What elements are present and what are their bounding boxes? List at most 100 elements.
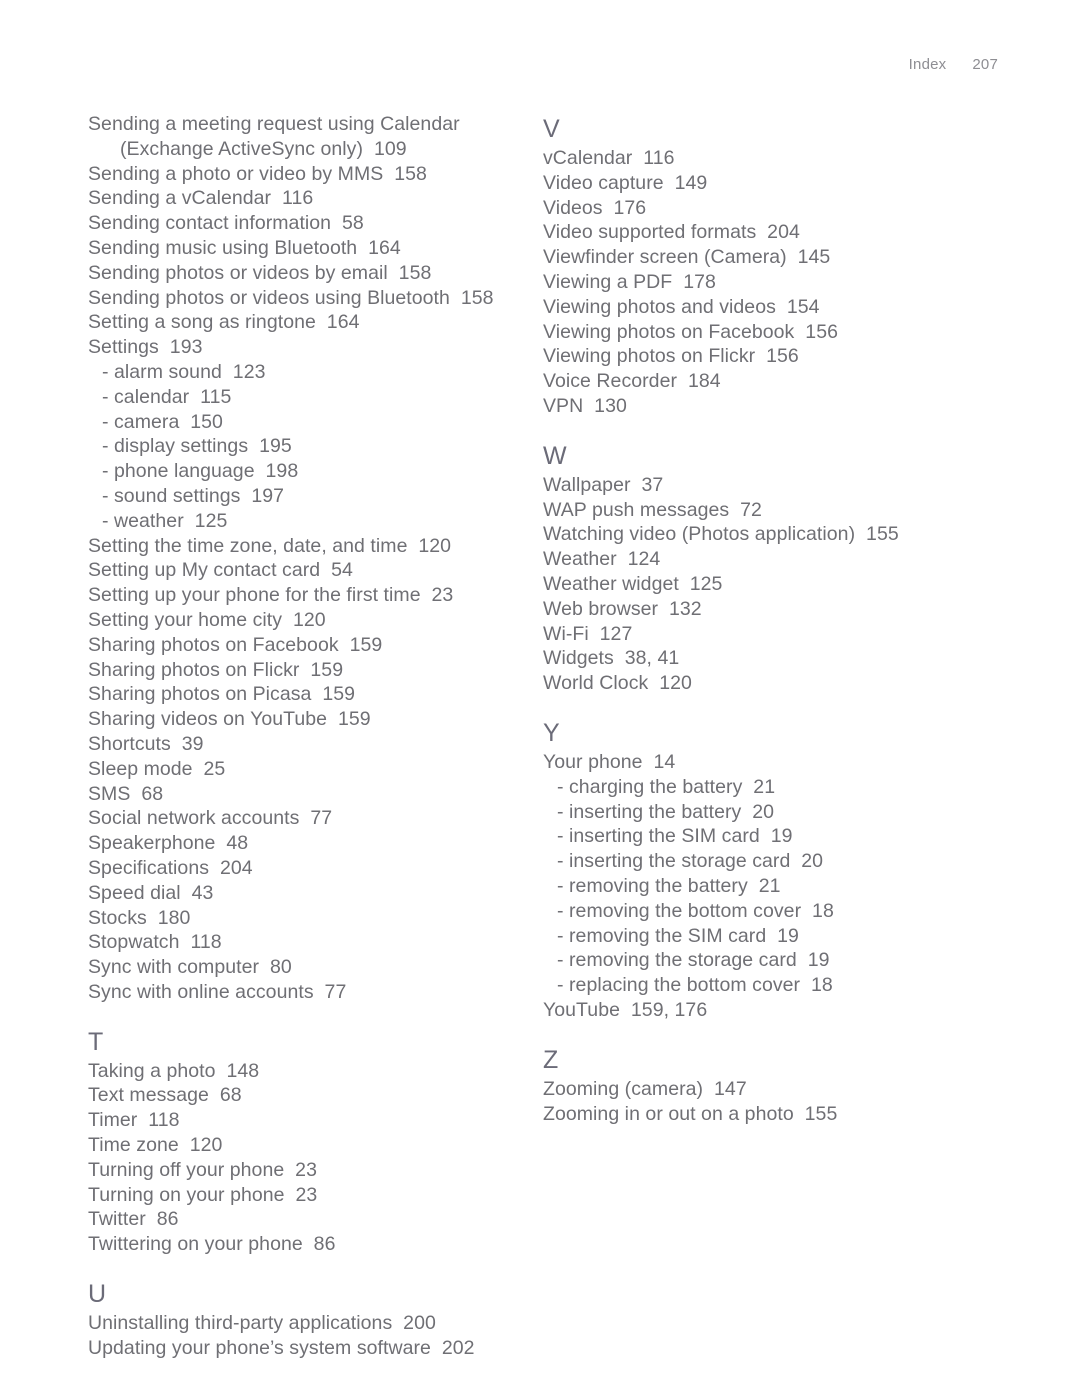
index-section-y: Y Your phone 14- charging the battery 21-…: [543, 696, 994, 1023]
section-letter-heading: T: [88, 1027, 104, 1056]
index-entry[interactable]: Setting the time zone, date, and time 12…: [88, 534, 541, 559]
index-subentry[interactable]: - removing the SIM card 19: [543, 924, 994, 949]
index-subentry[interactable]: - weather 125: [88, 509, 541, 534]
index-entry[interactable]: Speakerphone 48: [88, 831, 541, 856]
index-entry-list: Wallpaper 37 WAP push messages 72 Watching…: [543, 473, 994, 696]
index-columns: Sending a meeting request using Calendar…: [88, 112, 994, 1361]
index-entry[interactable]: Sending a photo or video by MMS 158: [88, 162, 541, 187]
index-section-z: Z Zooming (camera) 147 Zooming in or out o…: [543, 1023, 994, 1127]
index-entry[interactable]: Setting your home city 120: [88, 608, 541, 633]
index-subentry[interactable]: - display settings 195: [88, 434, 541, 459]
index-entry[interactable]: Zooming (camera) 147: [543, 1077, 994, 1102]
index-entry[interactable]: Setting up My contact card 54: [88, 558, 541, 583]
index-entry[interactable]: Turning off your phone 23: [88, 1158, 541, 1183]
index-entry[interactable]: Zooming in or out on a photo 155: [543, 1102, 994, 1127]
index-entry[interactable]: Sending contact information 58: [88, 211, 541, 236]
index-entry[interactable]: Sharing photos on Facebook 159: [88, 633, 541, 658]
index-entry[interactable]: Viewfinder screen (Camera) 145: [543, 245, 994, 270]
index-section-u: U Uninstalling third-party applications 2…: [88, 1257, 541, 1361]
index-subentry[interactable]: - removing the storage card 19: [543, 948, 994, 973]
index-entry[interactable]: Uninstalling third-party applications 20…: [88, 1311, 541, 1336]
index-entry[interactable]: Video capture 149: [543, 171, 994, 196]
index-column-right: VvCalendar 116 Video capture 149 Videos 17…: [541, 112, 994, 1126]
index-entry[interactable]: Viewing photos and videos 154: [543, 295, 994, 320]
index-subentry[interactable]: - alarm sound 123: [88, 360, 541, 385]
index-entry[interactable]: SMS 68: [88, 782, 541, 807]
index-entry[interactable]: Shortcuts 39: [88, 732, 541, 757]
index-entry[interactable]: Widgets 38, 41: [543, 646, 994, 671]
index-entry[interactable]: Sleep mode 25: [88, 757, 541, 782]
index-section-w: W Wallpaper 37 WAP push messages 72 Watchin…: [543, 419, 994, 696]
index-entry[interactable]: Sending a vCalendar 116: [88, 186, 541, 211]
index-subentry[interactable]: - removing the bottom cover 18: [543, 899, 994, 924]
index-entry[interactable]: Watching video (Photos application) 155: [543, 522, 994, 547]
index-entry[interactable]: Voice Recorder 184: [543, 369, 994, 394]
index-entry-list: Taking a photo 148 Text message 68 Timer 1…: [88, 1059, 541, 1257]
index-entry[interactable]: Sending music using Bluetooth 164: [88, 236, 541, 261]
index-entry[interactable]: Sync with online accounts 77: [88, 980, 541, 1005]
index-entry[interactable]: Video supported formats 204: [543, 220, 994, 245]
index-entry[interactable]: Sharing videos on YouTube 159: [88, 707, 541, 732]
index-subentry[interactable]: - camera 150: [88, 410, 541, 435]
index-entry[interactable]: Setting a song as ringtone 164: [88, 310, 541, 335]
index-entry[interactable]: Twittering on your phone 86: [88, 1232, 541, 1257]
index-entry[interactable]: Twitter 86: [88, 1207, 541, 1232]
index-entry[interactable]: Social network accounts 77: [88, 806, 541, 831]
index-entry[interactable]: Weather widget 125: [543, 572, 994, 597]
index-section-continued: Sending a meeting request using Calendar…: [88, 112, 541, 1005]
section-letter-heading: V: [543, 115, 560, 143]
running-head-label: Index: [908, 56, 947, 73]
index-entry[interactable]: Text message 68: [88, 1083, 541, 1108]
index-entry-continuation[interactable]: (Exchange ActiveSync only) 109: [88, 137, 541, 162]
index-entry[interactable]: Sharing photos on Picasa 159: [88, 682, 541, 707]
index-entry[interactable]: Setting up your phone for the first time…: [88, 583, 541, 608]
index-entry-list: Sending a meeting request using Calendar…: [88, 112, 541, 1005]
index-section-t: T Taking a photo 148 Text message 68 Timer …: [88, 1005, 541, 1257]
index-entry[interactable]: WAP push messages 72: [543, 498, 994, 523]
index-entry-list: Uninstalling third-party applications 20…: [88, 1311, 541, 1361]
index-subentry[interactable]: - phone language 198: [88, 459, 541, 484]
index-entry[interactable]: Settings 193: [88, 335, 541, 360]
index-subentry[interactable]: - replacing the bottom cover 18: [543, 973, 994, 998]
index-entry[interactable]: VPN 130: [543, 394, 994, 419]
index-subentry[interactable]: - inserting the storage card 20: [543, 849, 994, 874]
index-entry[interactable]: Sending photos or videos by email 158: [88, 261, 541, 286]
index-entry[interactable]: Wallpaper 37: [543, 473, 994, 498]
index-entry[interactable]: Sending photos or videos using Bluetooth…: [88, 286, 541, 311]
index-entry[interactable]: Stocks 180: [88, 906, 541, 931]
index-subentry[interactable]: - removing the battery 21: [543, 874, 994, 899]
index-entry[interactable]: vCalendar 116: [543, 146, 994, 171]
index-entry[interactable]: Turning on your phone 23: [88, 1183, 541, 1208]
index-entry[interactable]: YouTube 159, 176: [543, 998, 994, 1023]
index-entry[interactable]: Sync with computer 80: [88, 955, 541, 980]
index-entry[interactable]: Speed dial 43: [88, 881, 541, 906]
index-entry[interactable]: Sharing photos on Flickr 159: [88, 658, 541, 683]
index-entry[interactable]: Taking a photo 148: [88, 1059, 541, 1084]
index-entry[interactable]: Specifications 204: [88, 856, 541, 881]
index-column-left: Sending a meeting request using Calendar…: [88, 112, 541, 1361]
index-subentry[interactable]: - inserting the battery 20: [543, 800, 994, 825]
index-entry[interactable]: Viewing photos on Facebook 156: [543, 320, 994, 345]
index-entry-list: Your phone 14- charging the battery 21- …: [543, 750, 994, 1023]
index-entry[interactable]: Timer 118: [88, 1108, 541, 1133]
index-entry[interactable]: Your phone 14: [543, 750, 994, 775]
index-entry-list: vCalendar 116 Video capture 149 Videos 176…: [543, 146, 994, 419]
index-entry[interactable]: Stopwatch 118: [88, 930, 541, 955]
index-entry[interactable]: Videos 176: [543, 196, 994, 221]
index-page: Index 207 Sending a meeting request usin…: [0, 0, 1080, 1397]
section-letter-heading: U: [88, 1280, 107, 1309]
index-entry[interactable]: Updating your phone’s system software 20…: [88, 1336, 541, 1361]
index-subentry[interactable]: - sound settings 197: [88, 484, 541, 509]
index-entry[interactable]: Viewing a PDF 178: [543, 270, 994, 295]
index-entry[interactable]: Viewing photos on Flickr 156: [543, 344, 994, 369]
index-subentry[interactable]: - calendar 115: [88, 385, 541, 410]
index-entry[interactable]: World Clock 120: [543, 671, 994, 696]
index-entry[interactable]: Time zone 120: [88, 1133, 541, 1158]
index-subentry[interactable]: - charging the battery 21: [543, 775, 994, 800]
index-entry[interactable]: Sending a meeting request using Calendar: [88, 112, 541, 137]
index-entry[interactable]: Web browser 132: [543, 597, 994, 622]
index-entry[interactable]: Wi-Fi 127: [543, 622, 994, 647]
index-entry[interactable]: Weather 124: [543, 547, 994, 572]
index-subentry[interactable]: - inserting the SIM card 19: [543, 824, 994, 849]
index-section-v: VvCalendar 116 Video capture 149 Videos 17…: [543, 112, 994, 419]
